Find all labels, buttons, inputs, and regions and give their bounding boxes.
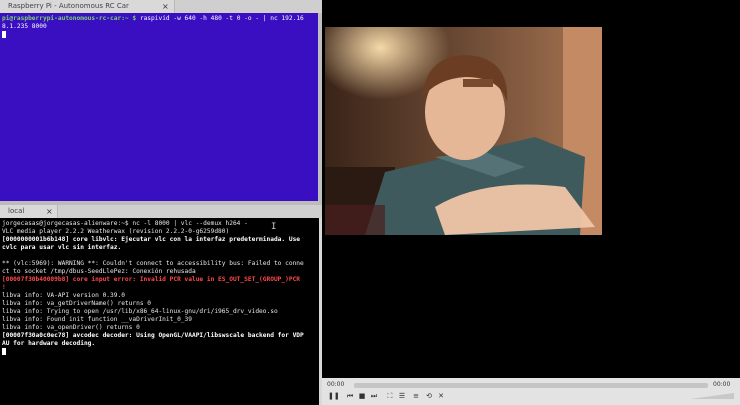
terminal-line: libva info: VA-API version 0.39.0 — [2, 292, 125, 299]
stop-icon[interactable]: ■ — [358, 392, 366, 400]
terminal-cursor-line — [2, 348, 6, 357]
tab-bar — [175, 0, 322, 13]
fullscreen-icon[interactable]: ⛶ — [386, 392, 394, 400]
terminal-line: AU for hardware decoding. — [2, 340, 96, 347]
video-image — [325, 27, 602, 235]
tab-raspberry-pi[interactable]: Raspberry Pi - Autonomous RC Car × — [0, 0, 175, 13]
terminal-line: [00007f30b40009b8] core input error: Inv… — [2, 276, 301, 283]
terminal-cursor-line — [2, 31, 6, 40]
terminal-raspberry-pi[interactable]: pi@raspberrypi-autonomous-rc-car:~ $ ras… — [0, 13, 322, 201]
loop-icon[interactable]: ⟲ — [425, 392, 433, 400]
tab-title: Raspberry Pi - Autonomous RC Car — [8, 2, 129, 10]
close-icon[interactable]: × — [46, 205, 53, 218]
terminal-line: ct to socket /tmp/dbus-SeedLlePez: Conex… — [2, 268, 196, 275]
seek-bar[interactable] — [354, 383, 708, 388]
elapsed-time: 00:00 — [327, 381, 345, 388]
terminal-line: pi@raspberrypi-autonomous-rc-car:~ $ ras… — [2, 15, 304, 23]
terminal-line: [0000000001b6b148] core libvlc: Ejecutar… — [2, 236, 301, 243]
text-cursor — [2, 348, 6, 355]
pause-icon[interactable]: ❚❚ — [328, 392, 340, 400]
terminal-line: libva info: Found init function __vaDriv… — [2, 316, 192, 323]
terminal-line: ** (vlc:5969): WARNING **: Couldn't conn… — [2, 260, 304, 267]
terminal-line: libva info: va_openDriver() returns 0 — [2, 324, 140, 331]
extended-settings-icon[interactable]: ☰ — [398, 392, 406, 400]
video-frame[interactable] — [325, 27, 602, 235]
text-cursor — [2, 31, 6, 38]
terminal-line: libva info: va_getDriverName() returns 0 — [2, 300, 152, 307]
tab-local[interactable]: local × — [0, 205, 58, 218]
terminal-line: cvlc para usar vlc sin interfaz. — [2, 244, 122, 251]
terminal-line: [00007f30a0c0ec78] avcodec decoder: Usin… — [2, 332, 304, 339]
volume-slider[interactable] — [690, 393, 734, 399]
terminal-line: jorgecasas@jorgecasas-alienware:~$ nc -l… — [2, 220, 248, 227]
terminal-local[interactable]: jorgecasas@jorgecasas-alienware:~$ nc -l… — [0, 218, 322, 405]
next-icon[interactable]: ⏭ — [370, 392, 378, 400]
close-icon[interactable]: × — [162, 0, 169, 13]
shuffle-icon[interactable]: ✕ — [437, 392, 445, 400]
ibeam-cursor-icon: I — [271, 222, 277, 232]
tab-title: local — [8, 207, 25, 215]
command: raspivid -w 640 -h 480 -t 0 -o - | nc 19… — [139, 15, 304, 22]
prompt: pi@raspberrypi-autonomous-rc-car:~ $ — [2, 15, 140, 22]
tab-bar — [58, 205, 322, 218]
playlist-icon[interactable]: ≡ — [412, 392, 420, 400]
terminal-line: VLC media player 2.2.2 Weatherwax (revis… — [2, 228, 230, 235]
terminal-line: 8.1.235 8000 — [2, 23, 47, 31]
command: 8.1.235 8000 — [2, 23, 47, 30]
total-time: 00:00 — [713, 381, 731, 388]
terminal-line: libva info: Trying to open /usr/lib/x86_… — [2, 308, 278, 315]
terminal-line: ! — [2, 284, 6, 291]
previous-icon[interactable]: ⏮ — [346, 392, 354, 400]
